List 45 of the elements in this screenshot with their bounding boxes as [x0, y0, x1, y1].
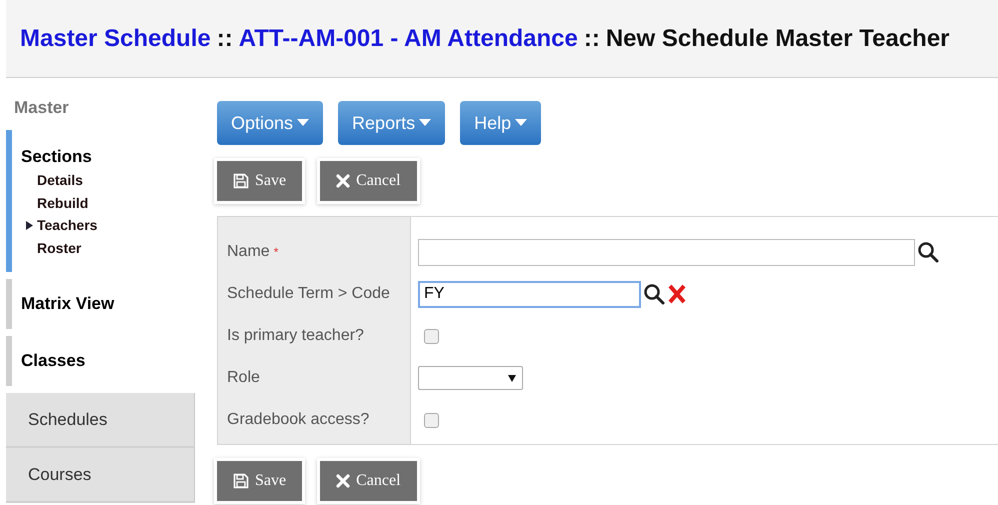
- field-label: Is primary teacher?: [227, 326, 364, 346]
- search-icon[interactable]: [917, 241, 939, 263]
- sidebar-link[interactable]: Roster: [37, 238, 82, 259]
- save-button[interactable]: Save: [217, 461, 302, 501]
- checkbox[interactable]: [424, 328, 439, 344]
- field-label: Gradebook access?: [227, 410, 370, 430]
- field-label: Schedule Term > Code: [227, 284, 390, 304]
- save-button[interactable]: Save: [217, 161, 302, 201]
- sidebar-link[interactable]: Rebuild: [37, 192, 88, 214]
- breadcrumb-link[interactable]: ATT--AM-001 - AM Attendance: [238, 20, 578, 56]
- sidebar-link[interactable]: Details: [37, 170, 83, 192]
- checkbox[interactable]: [424, 412, 439, 428]
- required-mark: *: [274, 244, 278, 261]
- menu-button[interactable]: Options: [217, 101, 324, 145]
- clear-icon[interactable]: [667, 284, 687, 304]
- section-heading[interactable]: Matrix View: [21, 291, 195, 317]
- sidebar-tab[interactable]: Courses: [6, 448, 195, 503]
- close-icon: [336, 474, 350, 488]
- lookup-field[interactable]: FY: [418, 280, 641, 308]
- caret-icon: [508, 374, 516, 382]
- lookup-field[interactable]: [418, 238, 915, 266]
- sidebar-section[interactable]: Classes: [6, 336, 195, 386]
- field-label: Name: [227, 242, 270, 262]
- sidebar-title: Master: [14, 98, 69, 117]
- close-icon: [336, 174, 350, 188]
- cancel-button[interactable]: Cancel: [320, 161, 417, 201]
- breadcrumb-link[interactable]: Master Schedule: [20, 20, 211, 56]
- caret-icon: [515, 119, 528, 127]
- role-dropdown[interactable]: [418, 366, 523, 390]
- breadcrumb-separator: ::: [216, 24, 233, 54]
- section-heading[interactable]: Sections: [21, 144, 195, 170]
- caret-icon: [419, 119, 432, 127]
- section-heading[interactable]: Classes: [21, 348, 195, 374]
- page-title: New Schedule Master Teacher: [606, 24, 950, 54]
- caret-icon: [297, 119, 310, 127]
- sidebar-tab[interactable]: Schedules: [6, 393, 195, 448]
- cancel-button[interactable]: Cancel: [320, 461, 417, 501]
- sidebar-section[interactable]: Sections Details Rebuild Teachers Roster: [6, 130, 195, 272]
- sidebar-section[interactable]: Matrix View: [6, 279, 195, 329]
- search-icon[interactable]: [643, 283, 665, 305]
- menu-button[interactable]: Reports: [338, 101, 446, 145]
- breadcrumb-separator: ::: [584, 24, 600, 54]
- field-label: Role: [227, 368, 260, 388]
- menu-button[interactable]: Help: [460, 101, 542, 145]
- sidebar-link[interactable]: Teachers: [37, 215, 98, 236]
